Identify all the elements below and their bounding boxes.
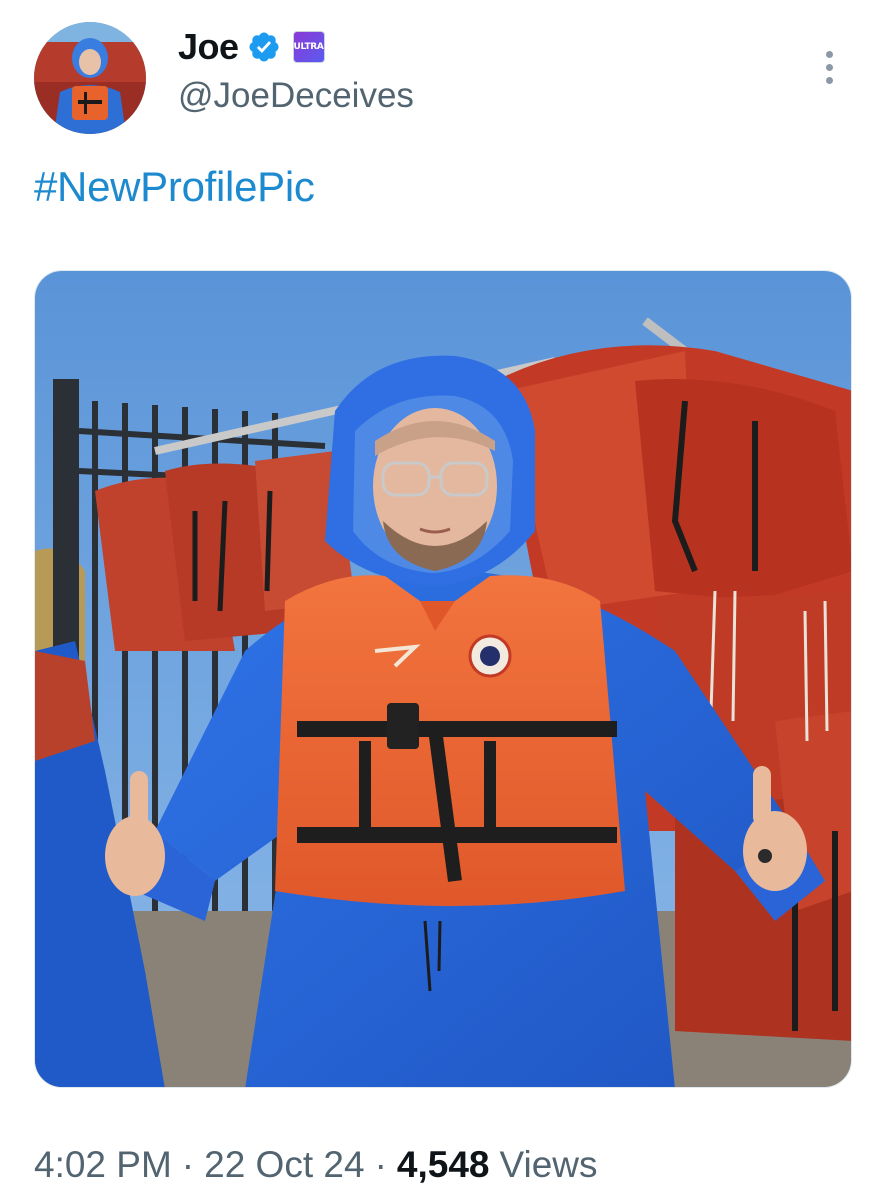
avatar-image: [34, 22, 146, 134]
more-options-icon[interactable]: [812, 44, 846, 90]
author-name-row: Joe ULTRA: [178, 24, 325, 70]
tweet-time[interactable]: 4:02 PM: [34, 1144, 172, 1186]
author-handle[interactable]: @JoeDeceives: [178, 76, 414, 116]
tweet-meta: 4:02 PM · 22 Oct 24 · 4,548 Views: [34, 1144, 598, 1186]
author-avatar[interactable]: [34, 22, 146, 134]
author-display-name[interactable]: Joe: [178, 26, 239, 68]
meta-separator: ·: [181, 1144, 195, 1185]
affiliate-badge-text: ULTRA: [293, 42, 324, 52]
tweet-media-photo[interactable]: [34, 270, 852, 1088]
tweet-text-hashtag[interactable]: #NewProfilePic: [34, 163, 315, 211]
tweet-card: Joe ULTRA @JoeDeceives #NewProfilePic 4:…: [0, 0, 886, 1200]
views-label: Views: [499, 1144, 598, 1185]
verified-badge-icon: [249, 32, 279, 62]
tweet-date[interactable]: 22 Oct 24: [204, 1144, 364, 1186]
meta-separator-2: ·: [374, 1144, 387, 1185]
views-count[interactable]: 4,548: [397, 1144, 490, 1186]
affiliate-badge[interactable]: ULTRA: [292, 31, 325, 63]
photo-illustration: [35, 271, 851, 1087]
